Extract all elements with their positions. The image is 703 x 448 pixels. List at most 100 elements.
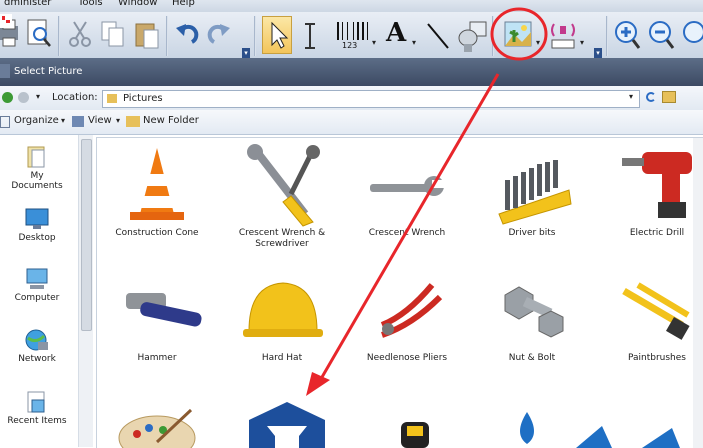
up-folder-icon[interactable]: [662, 91, 676, 103]
paintbrushes-icon: [622, 282, 690, 340]
rfid-dropdown-icon[interactable]: ▾: [580, 38, 584, 47]
zoom-out-icon[interactable]: [646, 16, 676, 54]
menu-administer[interactable]: dminister: [4, 0, 51, 8]
organize-dropdown-icon[interactable]: ▾: [61, 116, 65, 125]
nav-computer[interactable]: Computer: [4, 267, 70, 303]
picture-item[interactable]: Nut & Bolt: [477, 275, 587, 364]
picture-item[interactable]: Hard Hat: [227, 275, 337, 364]
location-value: Pictures: [123, 93, 163, 104]
print-preview-icon[interactable]: [24, 16, 54, 54]
toolbar-overflow-2-icon[interactable]: ▾: [594, 48, 602, 58]
back-icon[interactable]: [2, 92, 13, 103]
picture-label: Crescent Wrench: [368, 228, 446, 238]
nav-network[interactable]: Network: [4, 328, 70, 364]
navigation-scrollbar[interactable]: [78, 135, 93, 447]
picture-item[interactable]: Driver bits: [477, 144, 587, 239]
shapes-tool-icon[interactable]: [456, 16, 488, 54]
location-label: Location:: [52, 92, 98, 103]
copy-icon[interactable]: [98, 16, 128, 54]
picture-item[interactable]: Paintbrushes: [602, 275, 703, 364]
new-folder-button[interactable]: New Folder: [143, 115, 199, 126]
picture-label: Construction Cone: [115, 228, 199, 238]
barcode-caption: 123: [342, 41, 358, 50]
menu-bar: dminister Tools Window Help: [0, 0, 703, 12]
picture-label: Paintbrushes: [627, 353, 686, 363]
picture-item[interactable]: Crescent Wrench: [352, 144, 462, 239]
desktop-icon: [24, 207, 50, 231]
construction-cone-icon: [130, 148, 184, 220]
navigation-pane: My Documents Desktop Computer Network Re…: [0, 135, 79, 447]
picture-label: Driver bits: [508, 228, 556, 238]
picture-label: Hard Hat: [261, 353, 303, 363]
nav-my-documents[interactable]: My Documents: [4, 145, 70, 191]
picture-item[interactable]: Construction Cone: [102, 144, 212, 239]
text-dropdown-icon[interactable]: ▾: [412, 38, 416, 47]
palette-icon[interactable]: [117, 402, 197, 448]
hard-hat-icon: [243, 282, 323, 337]
pointer-tool-icon[interactable]: [262, 16, 292, 54]
dialog-title: Select Picture: [14, 66, 83, 77]
menu-tools[interactable]: Tools: [78, 0, 103, 8]
undo-icon[interactable]: [172, 16, 200, 54]
nav-label: Recent Items: [7, 416, 67, 426]
picture-item[interactable]: Needlenose Pliers: [352, 275, 462, 364]
location-dropdown-icon[interactable]: ▾: [629, 92, 633, 101]
text-tool-icon[interactable]: A: [384, 16, 410, 54]
zoom-fit-icon[interactable]: [680, 16, 703, 54]
paste-icon[interactable]: [132, 16, 162, 54]
picture-item[interactable]: Electric Drill: [602, 144, 703, 239]
picture-grid: Construction Cone Crescent Wrench & Scre…: [96, 137, 703, 448]
blue-shape-icon[interactable]: [572, 420, 702, 448]
picture-tool-icon[interactable]: [502, 16, 534, 54]
location-input[interactable]: Pictures ▾: [102, 90, 640, 108]
main-toolbar: ▾ 123 ▾ A ▾ ▾ ▾ ▾: [0, 12, 703, 59]
nav-label: Computer: [14, 293, 60, 303]
redo-icon[interactable]: [206, 16, 234, 54]
wrench-screwdriver-icon: [247, 144, 320, 227]
text-tool-glyph: A: [386, 18, 407, 48]
electric-drill-icon: [622, 152, 692, 218]
view-icon: [72, 116, 84, 127]
app-logo-icon: [0, 14, 12, 28]
picture-dropdown-icon[interactable]: ▾: [536, 38, 540, 47]
nut-bolt-icon: [504, 286, 564, 338]
organize-icon: [0, 116, 10, 128]
network-icon: [24, 328, 50, 352]
nav-label: My Documents: [11, 171, 63, 191]
menu-help[interactable]: Help: [172, 0, 195, 8]
nav-label: Desktop: [18, 233, 56, 243]
water-drop-icon[interactable]: [507, 408, 547, 448]
computer-icon: [24, 267, 50, 291]
nav-desktop[interactable]: Desktop: [4, 207, 70, 243]
picture-label: Crescent Wrench & Screwdriver: [238, 228, 326, 249]
logo-picture-icon[interactable]: [245, 400, 329, 448]
tape-measure-icon[interactable]: [397, 418, 437, 448]
zoom-in-icon[interactable]: [612, 16, 642, 54]
organize-button[interactable]: Organize: [14, 115, 59, 126]
nav-recent-items[interactable]: Recent Items: [4, 390, 70, 426]
recent-items-icon: [24, 390, 50, 414]
picture-label: Hammer: [137, 353, 177, 363]
line-tool-icon[interactable]: [424, 16, 452, 54]
pliers-icon: [380, 283, 443, 338]
barcode-dropdown-icon[interactable]: ▾: [372, 38, 376, 47]
cut-icon[interactable]: [66, 16, 94, 54]
history-dropdown-icon[interactable]: ▾: [36, 92, 40, 101]
view-dropdown-icon[interactable]: ▾: [116, 116, 120, 125]
rfid-tool-icon[interactable]: [548, 16, 578, 54]
picture-item[interactable]: Crescent Wrench & Screwdriver: [227, 144, 337, 250]
view-button[interactable]: View: [88, 115, 112, 126]
picture-item[interactable]: Hammer: [102, 275, 212, 364]
toolbar-overflow-icon[interactable]: ▾: [242, 48, 250, 58]
barcode-icon[interactable]: 123: [334, 16, 368, 54]
scrollbar-thumb[interactable]: [81, 139, 92, 331]
forward-icon[interactable]: [18, 92, 29, 103]
refresh-icon[interactable]: [646, 92, 656, 102]
dialog-icon: [0, 64, 10, 78]
picture-label: Electric Drill: [629, 228, 685, 238]
menu-window[interactable]: Window: [118, 0, 157, 8]
content-scrollbar[interactable]: [693, 138, 703, 448]
my-documents-icon: [24, 145, 50, 169]
hammer-icon: [126, 293, 202, 327]
text-cursor-icon[interactable]: [298, 16, 322, 54]
